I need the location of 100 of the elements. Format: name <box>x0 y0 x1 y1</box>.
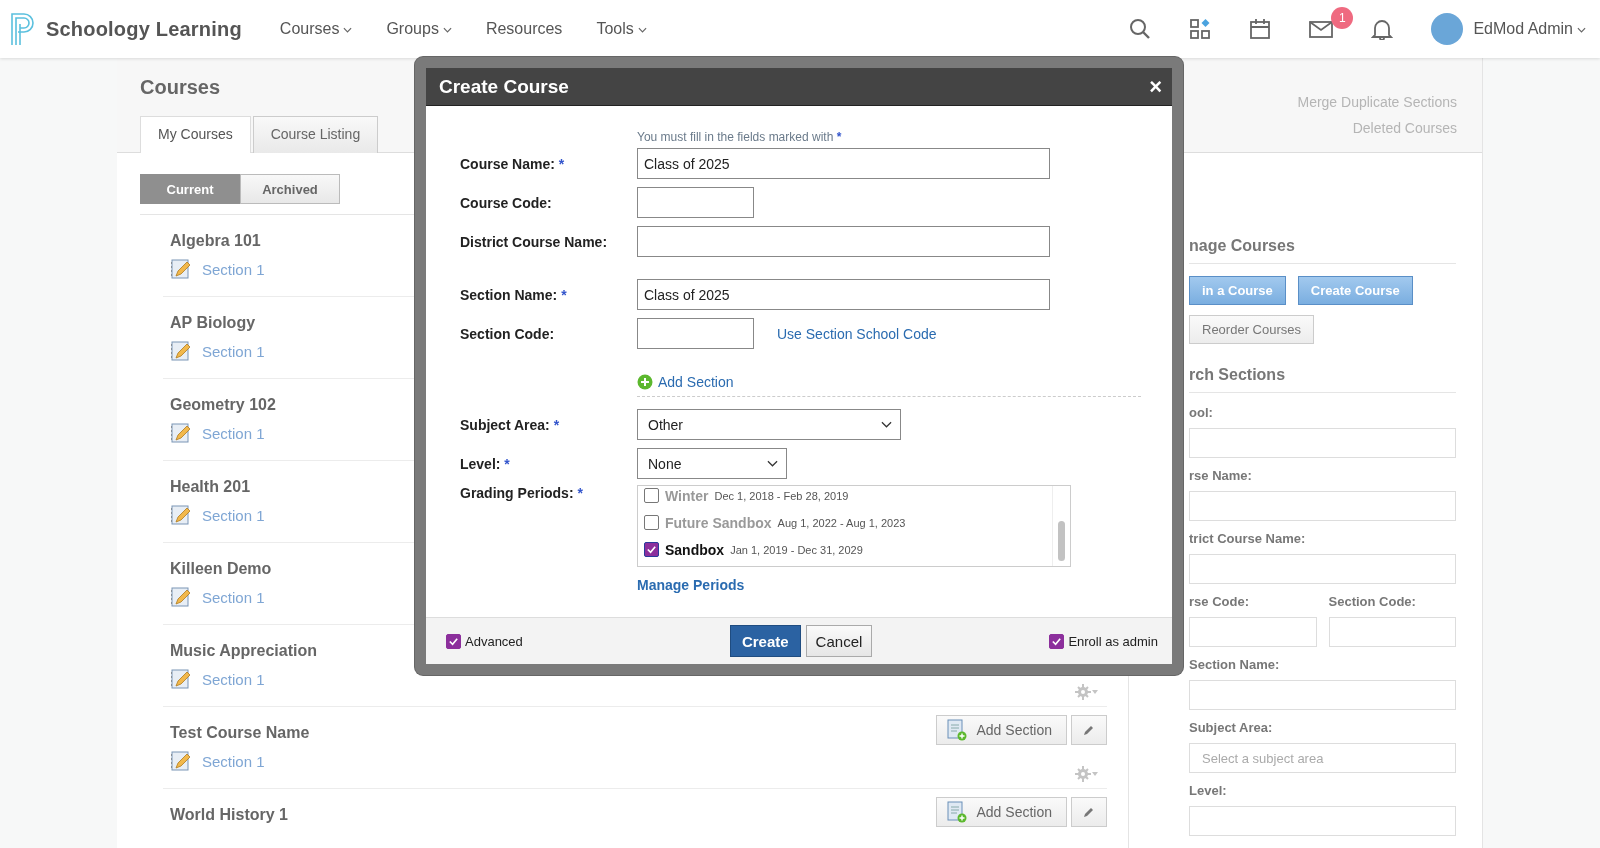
calendar-icon[interactable] <box>1249 18 1272 40</box>
field-label: Subject Area: <box>1189 720 1274 735</box>
field-label: ool: <box>1189 405 1214 420</box>
period-dates: Aug 1, 2022 - Aug 1, 2023 <box>777 516 906 529</box>
search-icon[interactable] <box>1129 18 1152 40</box>
add-section-button[interactable]: Add Section <box>935 715 1067 745</box>
required-note: You must fill in the fields marked with * <box>637 130 843 144</box>
nav-menu-item[interactable]: Resources <box>485 20 563 38</box>
checkbox[interactable] <box>644 515 659 530</box>
notebook-plus-icon <box>944 801 967 823</box>
checkbox[interactable] <box>644 488 659 503</box>
period-dates: Jan 1, 2019 - Dec 31, 2029 <box>730 543 863 556</box>
period-name: Winter <box>665 487 709 504</box>
checkbox[interactable] <box>1049 633 1065 649</box>
field-label: Section Name: * <box>460 286 568 303</box>
section-code-link[interactable]: Use Section School Code <box>777 325 937 342</box>
search-field[interactable] <box>1189 554 1456 584</box>
edit-button[interactable] <box>1071 715 1107 745</box>
search-field[interactable] <box>1189 680 1456 710</box>
field-label: Section Name: <box>1189 657 1281 672</box>
add-section-link[interactable]: Add Section <box>637 374 1141 390</box>
scrollbar-thumb[interactable] <box>1058 521 1065 561</box>
checkbox-label: Advanced <box>465 633 523 649</box>
section-heading: nage Courses <box>1189 237 1456 264</box>
notebook-icon <box>170 669 192 689</box>
search-field[interactable] <box>1189 617 1317 647</box>
user-avatar[interactable] <box>1431 13 1464 45</box>
checkbox-label: Enroll as admin <box>1068 633 1158 649</box>
notebook-icon <box>170 505 192 525</box>
period-name: Future Sandbox <box>665 514 772 531</box>
plus-circle-icon <box>637 374 653 390</box>
field-label: Level: * <box>460 455 511 472</box>
tab[interactable]: Course Listing <box>252 116 379 153</box>
manage-periods-link[interactable]: Manage Periods <box>637 577 745 593</box>
course-name[interactable]: Algebra 101 <box>170 232 265 250</box>
search-field[interactable] <box>1189 428 1456 458</box>
pencil-icon <box>1083 806 1095 818</box>
pencil-icon <box>1083 724 1095 736</box>
nav-menu-item[interactable]: Courses <box>279 20 353 38</box>
nav-menu-item[interactable]: Groups <box>386 20 452 38</box>
close-button[interactable]: × <box>1149 75 1162 98</box>
text-field[interactable]: Class of 2025 <box>637 279 1050 310</box>
nav-menu-item[interactable]: Tools <box>596 20 647 38</box>
text-field[interactable] <box>637 226 1050 257</box>
field-label: Grading Periods: * <box>460 485 584 501</box>
search-field[interactable] <box>1189 491 1456 521</box>
caret-icon <box>1577 27 1586 33</box>
reorder-courses-button[interactable]: Reorder Courses <box>1189 315 1314 344</box>
user-menu[interactable]: EdMod Admin <box>1473 20 1586 38</box>
apps-grid-icon[interactable] <box>1189 18 1212 40</box>
course-name[interactable]: AP Biology <box>170 314 265 332</box>
course-name[interactable]: Music Appreciation <box>170 642 317 660</box>
course-name[interactable]: Test Course Name <box>170 724 310 742</box>
caret-icon <box>881 421 892 428</box>
checkmark-icon <box>646 544 657 555</box>
checkmark-icon <box>1051 635 1063 647</box>
gear-icon[interactable] <box>1075 684 1099 700</box>
notebook-plus-icon <box>944 719 967 741</box>
course-name[interactable]: World History 1 <box>170 806 288 824</box>
text-field[interactable] <box>637 187 754 218</box>
filter-toggle[interactable]: Archived <box>240 174 340 204</box>
field-label: Course Name: * <box>460 155 566 172</box>
subject-dropdown[interactable]: Other <box>637 409 901 440</box>
caret-icon <box>637 27 647 33</box>
search-field[interactable] <box>1328 617 1456 647</box>
checkbox[interactable] <box>644 542 659 557</box>
notification-badge: 1 <box>1331 7 1354 29</box>
brand-name[interactable]: Schoology Learning <box>46 17 242 41</box>
search-field[interactable]: Select a subject area <box>1189 743 1456 773</box>
course-name[interactable]: Geometry 102 <box>170 396 276 414</box>
course-name[interactable]: Killeen Demo <box>170 560 272 578</box>
section-heading: rch Sections <box>1189 366 1456 393</box>
bell-icon[interactable] <box>1371 18 1394 40</box>
add-section-button[interactable]: Add Section <box>935 797 1067 827</box>
field-label: Section Code: <box>460 325 556 342</box>
dialog-title: Create Course <box>439 75 569 98</box>
notebook-icon <box>170 751 192 771</box>
checkbox[interactable] <box>446 633 461 649</box>
gear-icon[interactable] <box>1075 766 1099 782</box>
level-dropdown[interactable]: None <box>637 448 787 479</box>
edit-button[interactable] <box>1071 797 1107 827</box>
caret-icon <box>343 27 353 33</box>
notebook-icon <box>170 423 192 443</box>
field-label: District Course Name: <box>460 233 609 250</box>
field-label: Subject Area: * <box>460 416 561 433</box>
field-label: rse Name: <box>1189 468 1253 483</box>
notebook-icon <box>170 341 192 361</box>
create-button[interactable]: Create <box>729 625 801 657</box>
notebook-icon <box>170 259 192 279</box>
course-name[interactable]: Health 201 <box>170 478 265 496</box>
period-dates: Dec 1, 2018 - Feb 28, 2019 <box>714 489 849 502</box>
field-label: Section Code: <box>1328 594 1417 609</box>
cancel-button[interactable]: Cancel <box>805 625 873 657</box>
search-field[interactable] <box>1189 806 1456 836</box>
mail-icon[interactable] <box>1309 19 1334 39</box>
caret-icon <box>767 460 778 467</box>
text-field[interactable] <box>637 318 754 349</box>
tab[interactable]: My Courses <box>140 116 251 153</box>
text-field[interactable]: Class of 2025 <box>637 148 1050 179</box>
filter-toggle[interactable]: Current <box>140 174 240 204</box>
